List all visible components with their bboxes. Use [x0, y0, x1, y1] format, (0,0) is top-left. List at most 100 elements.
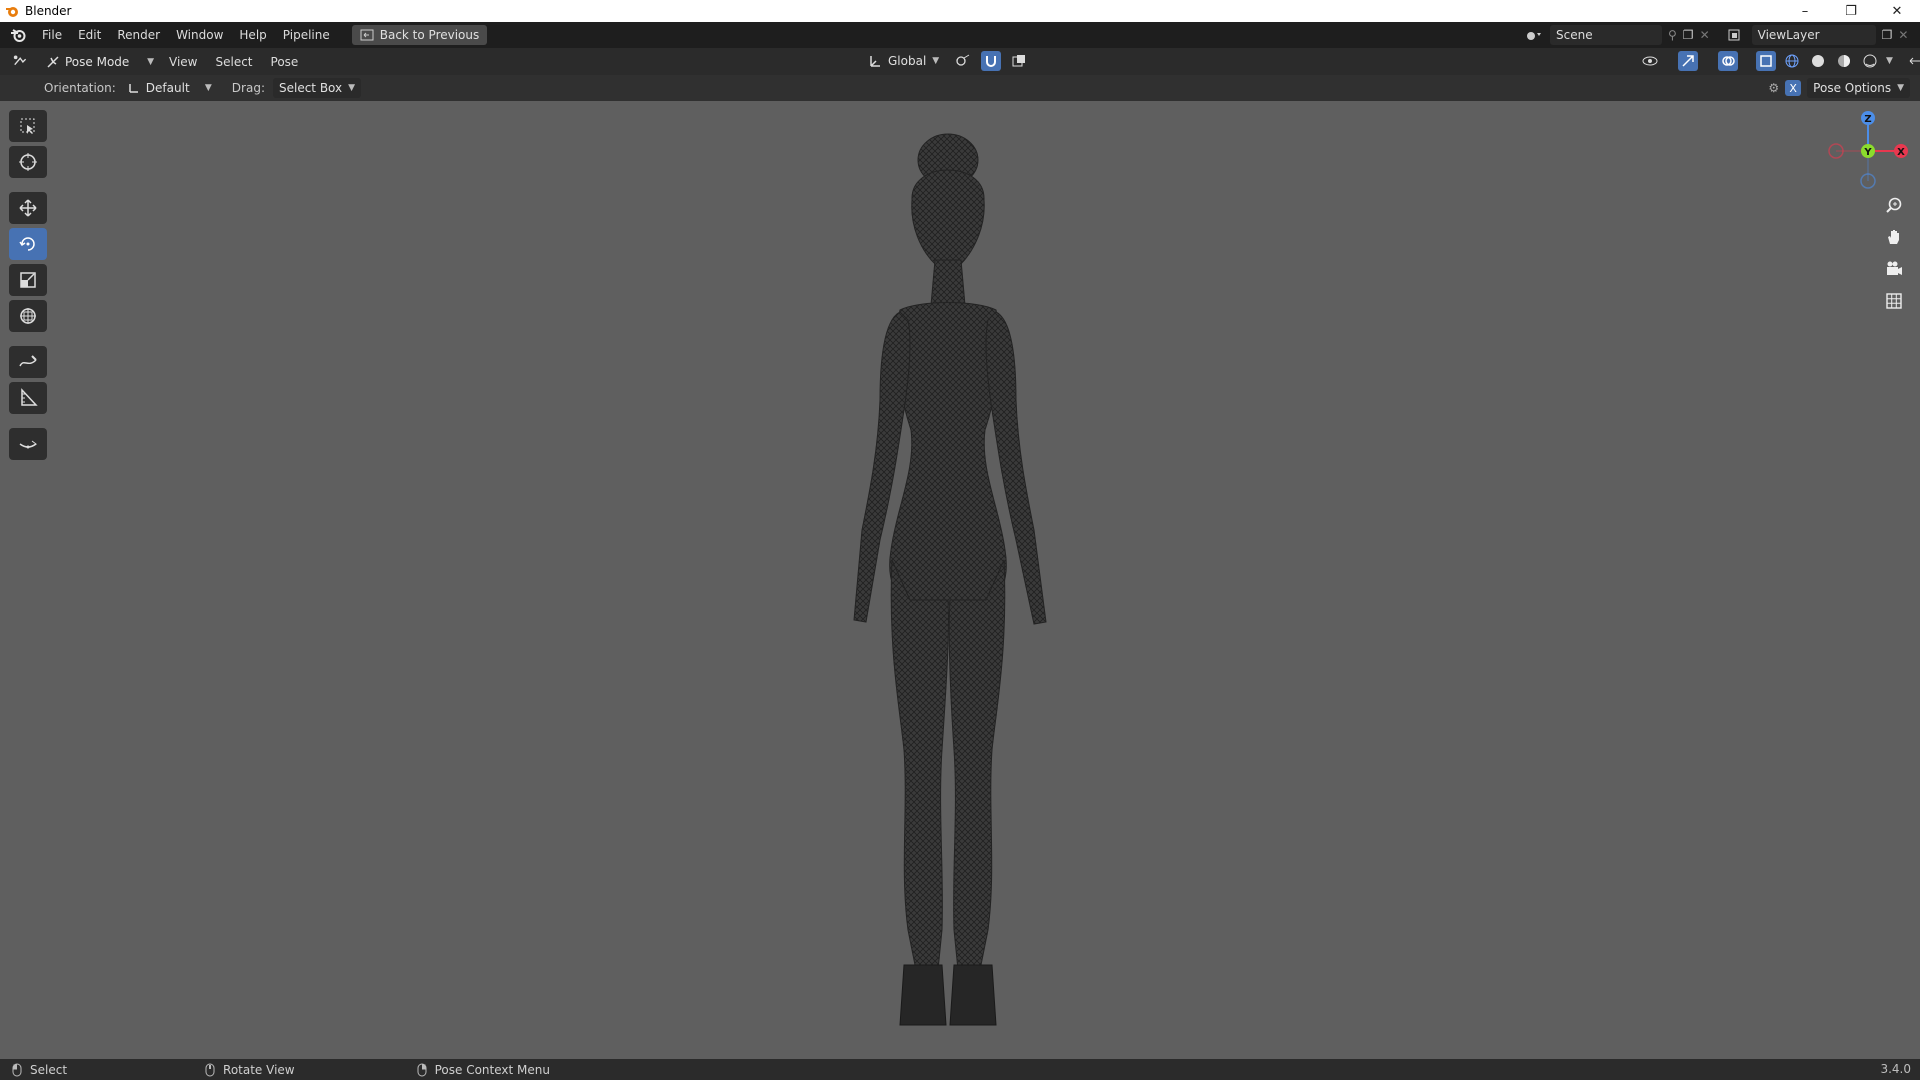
view-layer-name: ViewLayer	[1757, 28, 1820, 42]
status-select-label: Select	[30, 1062, 68, 1077]
window-title: Blender	[25, 4, 72, 18]
navigation-gizmo[interactable]: Z X Y	[1822, 108, 1914, 196]
rotate-icon	[18, 237, 35, 251]
new-view-layer-icon[interactable]: ❐	[1882, 28, 1893, 42]
solid-shading-icon[interactable]	[1808, 51, 1828, 71]
pivot-point-icon[interactable]	[953, 51, 973, 71]
xray-toggle-icon[interactable]	[1756, 51, 1776, 71]
cursor-tool[interactable]	[8, 146, 47, 178]
bone-roll-tool[interactable]	[8, 428, 47, 460]
mirror-icon[interactable]: ⚙	[1768, 81, 1779, 95]
status-select: Select	[12, 1063, 67, 1077]
scale-icon	[19, 272, 36, 288]
move-tool[interactable]	[8, 192, 47, 224]
mouse-right-icon	[417, 1063, 427, 1076]
view-layer-field[interactable]: ViewLayer	[1751, 25, 1876, 45]
mouse-left-icon	[12, 1063, 22, 1076]
menu-pipeline[interactable]: Pipeline	[275, 22, 338, 48]
pan-button[interactable]	[1880, 224, 1908, 250]
blender-version: 3.4.0	[1880, 1062, 1911, 1076]
menu-view[interactable]: View	[160, 55, 206, 69]
menu-edit[interactable]: Edit	[70, 22, 109, 48]
pose-mode-icon	[47, 55, 59, 68]
top-menubar: File Edit Render Window Help Pipeline Ba…	[0, 22, 1920, 48]
delete-view-layer-icon[interactable]: ✕	[1898, 28, 1908, 42]
scene-browse-icon[interactable]	[1524, 25, 1544, 45]
blender-app-icon	[6, 7, 18, 17]
orientation-dropdown[interactable]: Default ▼	[122, 78, 218, 98]
window-controls: – ❐ ✕	[1782, 0, 1920, 22]
transform-orientation-dropdown[interactable]: Global ▼	[862, 51, 945, 71]
drag-value: Select Box	[278, 81, 343, 95]
pan-hand-icon	[1888, 230, 1899, 244]
zoom-button[interactable]	[1880, 192, 1908, 218]
status-rotate: Rotate View	[205, 1063, 295, 1077]
pose-options-label: Pose Options	[1813, 81, 1892, 95]
delete-scene-icon[interactable]: ✕	[1700, 28, 1710, 42]
window-titlebar: Blender – ❐ ✕	[0, 0, 1920, 22]
new-scene-icon[interactable]: ❐	[1683, 28, 1694, 42]
back-icon	[360, 29, 374, 41]
menu-render[interactable]: Render	[109, 22, 168, 48]
head	[911, 169, 985, 266]
x-mirror-label: X	[1789, 81, 1797, 95]
transform-tool[interactable]	[8, 300, 47, 332]
viewport-navigation	[1880, 192, 1908, 314]
viewport-display-tools: ▼	[1640, 51, 1920, 71]
drag-dropdown[interactable]: Select Box ▼	[272, 78, 362, 98]
drag-label: Drag:	[231, 81, 265, 95]
pin-icon[interactable]: ⚲	[1668, 28, 1677, 42]
bone-roll-icon	[19, 440, 37, 449]
right-shoe	[949, 964, 997, 1026]
back-to-previous-button[interactable]: Back to Previous	[351, 25, 488, 45]
material-shading-icon[interactable]	[1834, 51, 1854, 71]
chevron-down-icon: ▼	[348, 83, 356, 93]
select-box-tool[interactable]	[8, 110, 47, 142]
move-icon	[18, 199, 37, 217]
orientation-value: Default	[145, 81, 190, 95]
snap-target-icon[interactable]	[1009, 51, 1029, 71]
minimize-button[interactable]: –	[1782, 0, 1828, 22]
scene-name-field[interactable]: Scene	[1550, 25, 1662, 45]
camera-view-button[interactable]	[1880, 256, 1908, 282]
left-shoe	[899, 964, 947, 1026]
wireframe-shading-icon[interactable]	[1782, 51, 1802, 71]
menu-select[interactable]: Select	[206, 55, 261, 69]
restore-button[interactable]: ❐	[1828, 0, 1874, 22]
camera-icon	[1887, 261, 1902, 275]
axis-x-label: X	[1897, 147, 1905, 158]
menu-help[interactable]: Help	[231, 22, 274, 48]
blender-logo-icon[interactable]	[10, 27, 26, 43]
close-window-button[interactable]: ✕	[1874, 0, 1920, 22]
mode-selector[interactable]: Pose Mode ▼	[46, 52, 154, 72]
view-layer-browse-icon[interactable]	[1726, 25, 1746, 45]
menu-file[interactable]: File	[34, 22, 70, 48]
maximize-area-icon[interactable]	[1907, 51, 1920, 71]
rendered-shading-icon[interactable]	[1860, 51, 1880, 71]
character-wireframe-mesh[interactable]	[800, 130, 1100, 1030]
scale-tool[interactable]	[8, 264, 47, 296]
pose-options-dropdown[interactable]: Pose Options ▼	[1807, 78, 1910, 98]
transform-icon	[19, 308, 36, 324]
annotate-icon	[18, 355, 37, 367]
menu-window[interactable]: Window	[168, 22, 231, 48]
x-mirror-toggle[interactable]: X	[1785, 80, 1802, 96]
ortho-toggle-button[interactable]	[1880, 288, 1908, 314]
menu-pose[interactable]: Pose	[262, 55, 308, 69]
status-context-label: Pose Context Menu	[434, 1062, 550, 1077]
annotate-tool[interactable]	[8, 346, 47, 378]
orientation-axes-icon	[129, 84, 138, 93]
visibility-eye-icon[interactable]	[1640, 51, 1660, 71]
snap-toggle-icon[interactable]	[981, 51, 1002, 71]
overlay-toggle-icon[interactable]	[1718, 51, 1738, 71]
status-rotate-label: Rotate View	[223, 1062, 295, 1077]
chevron-down-icon[interactable]: ▼	[1886, 56, 1893, 66]
back-to-previous-label: Back to Previous	[379, 28, 480, 42]
orientation-label: Orientation:	[44, 81, 116, 95]
gizmo-toggle-icon[interactable]	[1678, 51, 1698, 71]
editor-type-icon[interactable]	[12, 51, 32, 71]
measure-tool[interactable]	[8, 382, 47, 414]
left-leg	[890, 559, 950, 971]
axis-z-label: Z	[1864, 114, 1871, 125]
rotate-tool[interactable]	[8, 228, 47, 260]
